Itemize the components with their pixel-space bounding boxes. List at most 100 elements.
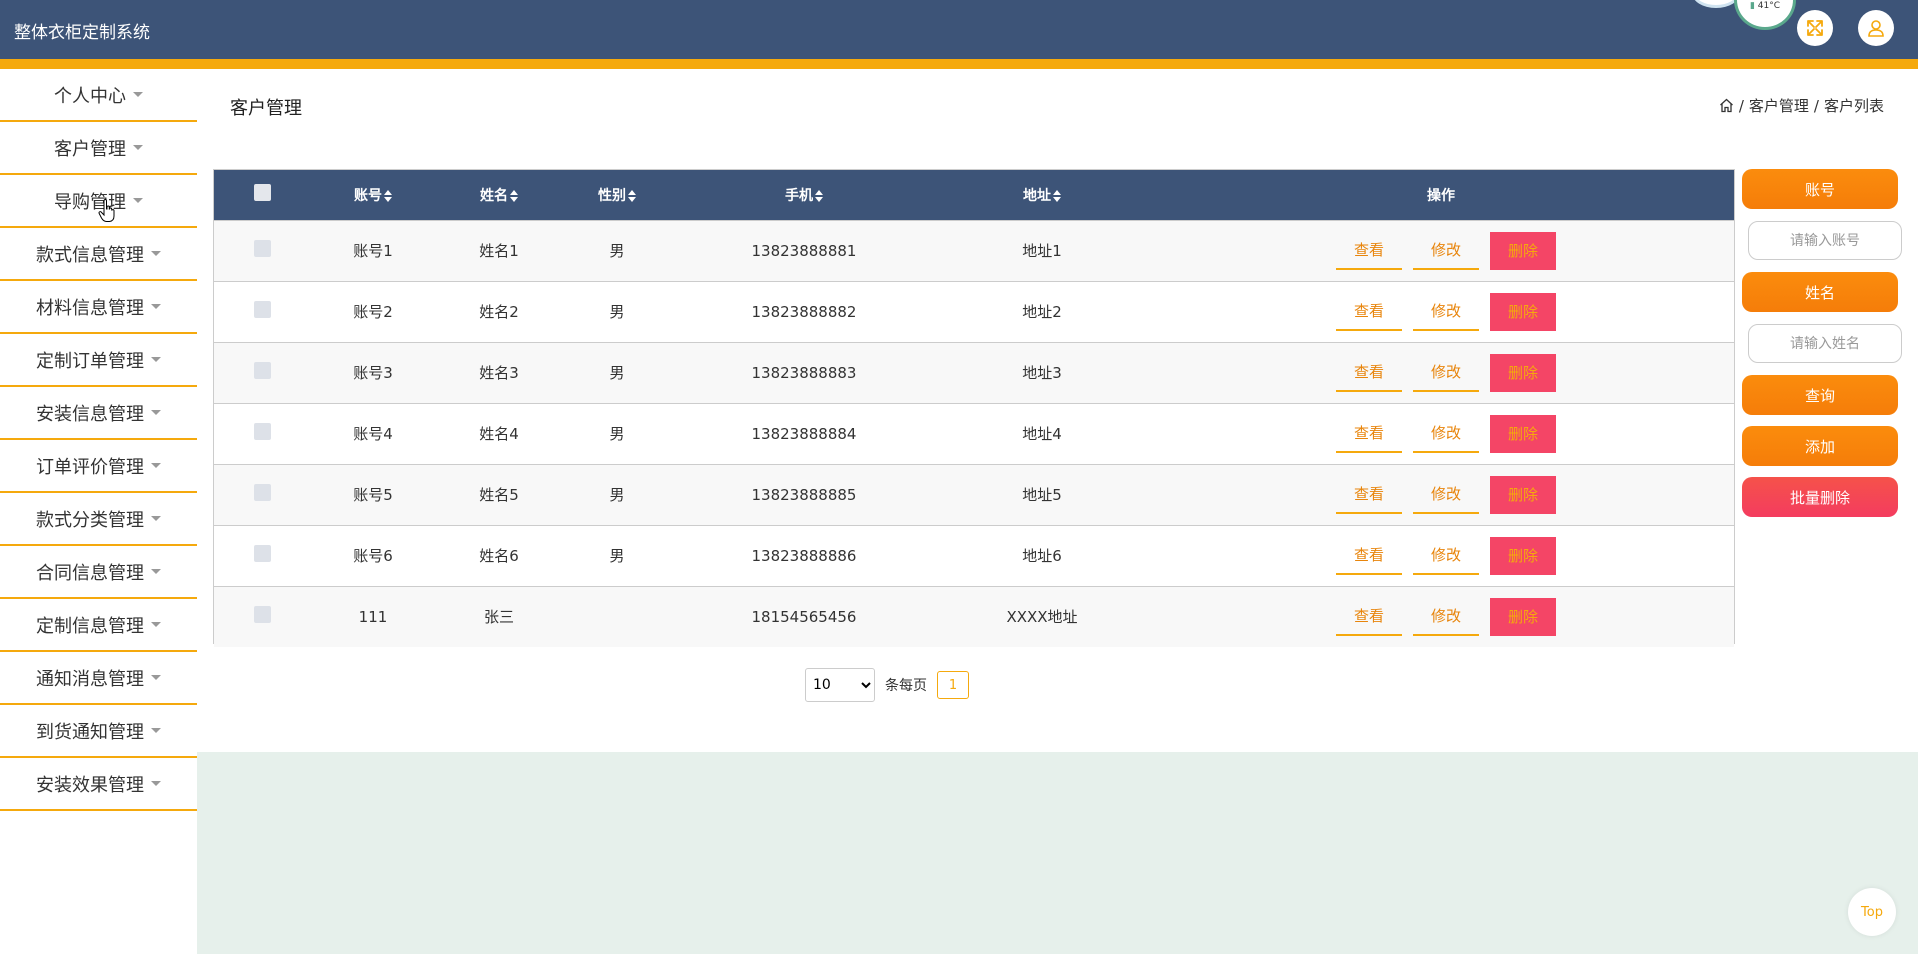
column-name-label: 姓名 <box>480 187 508 204</box>
view-button[interactable]: 查看 <box>1336 598 1402 636</box>
cell-name: 姓名4 <box>479 425 519 443</box>
sidebar-item-material-info-management[interactable]: 材料信息管理 <box>0 281 197 334</box>
column-account[interactable]: 账号 <box>310 170 436 220</box>
query-button[interactable]: 查询 <box>1742 375 1898 415</box>
delete-button[interactable]: 删除 <box>1490 536 1556 575</box>
cell-name: 姓名5 <box>479 486 519 504</box>
cell-account: 账号3 <box>353 364 393 382</box>
caret-down-icon <box>151 516 161 521</box>
edit-button[interactable]: 修改 <box>1413 232 1479 270</box>
breadcrumb-level2: 客户列表 <box>1823 97 1884 115</box>
sidebar-item-label: 到货通知管理 <box>36 721 144 743</box>
sidebar-item-personal-center[interactable]: 个人中心 <box>0 69 197 122</box>
view-button[interactable]: 查看 <box>1336 354 1402 392</box>
delete-button[interactable]: 删除 <box>1490 353 1556 392</box>
cell-account: 111 <box>358 607 388 626</box>
cell-gender: 男 <box>609 547 625 565</box>
header-accent-strip <box>0 59 1918 69</box>
cell-phone: 13823888881 <box>751 241 857 260</box>
name-search-input[interactable] <box>1748 324 1902 363</box>
sidebar-item-style-info-management[interactable]: 款式信息管理 <box>0 228 197 281</box>
sidebar-item-order-review-management[interactable]: 订单评价管理 <box>0 440 197 493</box>
row-checkbox[interactable] <box>253 301 271 318</box>
edit-button[interactable]: 修改 <box>1413 354 1479 392</box>
edit-button[interactable]: 修改 <box>1413 476 1479 514</box>
cell-name: 姓名2 <box>479 303 519 321</box>
row-actions: 查看 修改 删除 <box>1148 536 1734 575</box>
caret-down-icon <box>151 463 161 468</box>
row-checkbox[interactable] <box>253 240 271 257</box>
view-button[interactable]: 查看 <box>1336 476 1402 514</box>
edit-button[interactable]: 修改 <box>1413 293 1479 331</box>
fullscreen-button[interactable] <box>1797 10 1833 46</box>
sidebar-item-customer-management[interactable]: 客户管理 <box>0 122 197 175</box>
home-icon[interactable] <box>1719 98 1734 113</box>
caret-down-icon <box>151 251 161 256</box>
view-button[interactable]: 查看 <box>1336 415 1402 453</box>
column-phone[interactable]: 手机 <box>672 170 936 220</box>
cell-gender: 男 <box>609 303 625 321</box>
back-to-top-button[interactable]: Top <box>1848 888 1896 936</box>
sidebar-item-label: 材料信息管理 <box>36 297 144 319</box>
search-panel: 账号 姓名 查询 添加 批量删除 <box>1742 169 1902 528</box>
column-address-label: 地址 <box>1023 187 1051 204</box>
select-all-checkbox[interactable] <box>253 184 271 202</box>
view-button[interactable]: 查看 <box>1336 537 1402 575</box>
edit-button[interactable]: 修改 <box>1413 598 1479 636</box>
view-button[interactable]: 查看 <box>1336 232 1402 270</box>
sidebar-item-custom-info-management[interactable]: 定制信息管理 <box>0 599 197 652</box>
cell-account: 账号5 <box>353 486 393 504</box>
cell-gender: 男 <box>609 486 625 504</box>
row-checkbox[interactable] <box>253 484 271 501</box>
delete-button[interactable]: 删除 <box>1490 414 1556 453</box>
column-account-label: 账号 <box>354 187 382 204</box>
fullscreen-icon <box>1807 20 1823 36</box>
page-size-select[interactable]: 10 <box>805 668 875 702</box>
sidebar-item-label: 个人中心 <box>54 85 126 107</box>
page-title: 客户管理 <box>230 98 302 119</box>
sidebar-item-label: 定制信息管理 <box>36 615 144 637</box>
breadcrumb-level1[interactable]: 客户管理 <box>1749 95 1809 116</box>
cell-address: 地址3 <box>1022 364 1062 382</box>
delete-button[interactable]: 删除 <box>1490 475 1556 514</box>
row-checkbox[interactable] <box>253 545 271 562</box>
add-button[interactable]: 添加 <box>1742 426 1898 466</box>
caret-down-icon <box>133 92 143 97</box>
edit-button[interactable]: 修改 <box>1413 537 1479 575</box>
table-row: 账号2 姓名2 男 13823888882 地址2 查看 修改 删除 <box>214 281 1734 342</box>
delete-button[interactable]: 删除 <box>1490 231 1556 270</box>
cell-phone: 13823888884 <box>751 424 857 443</box>
cell-gender: 男 <box>609 425 625 443</box>
sidebar-item-arrival-notice-management[interactable]: 到货通知管理 <box>0 705 197 758</box>
row-checkbox[interactable] <box>253 423 271 440</box>
name-filter-label: 姓名 <box>1742 272 1898 312</box>
view-button[interactable]: 查看 <box>1336 293 1402 331</box>
sort-icon <box>1053 189 1061 202</box>
column-address[interactable]: 地址 <box>936 170 1148 220</box>
row-checkbox[interactable] <box>253 362 271 379</box>
column-phone-label: 手机 <box>785 187 813 204</box>
sidebar-item-label: 通知消息管理 <box>36 668 144 690</box>
row-checkbox[interactable] <box>253 606 271 624</box>
cell-address: 地址5 <box>1022 486 1062 504</box>
sidebar-item-custom-order-management[interactable]: 定制订单管理 <box>0 334 197 387</box>
cell-name: 姓名3 <box>479 364 519 382</box>
edit-button[interactable]: 修改 <box>1413 415 1479 453</box>
caret-down-icon <box>151 781 161 786</box>
account-search-input[interactable] <box>1748 221 1902 260</box>
delete-button[interactable]: 删除 <box>1490 292 1556 331</box>
cell-phone: 13823888882 <box>751 302 857 321</box>
page-number-button[interactable]: 1 <box>937 671 969 699</box>
top-header: 整体衣柜定制系统 <box>0 0 1918 59</box>
column-gender[interactable]: 性别 <box>562 170 672 220</box>
sidebar-item-install-effect-management[interactable]: 安装效果管理 <box>0 758 197 811</box>
sidebar-item-notification-management[interactable]: 通知消息管理 <box>0 652 197 705</box>
column-name[interactable]: 姓名 <box>436 170 562 220</box>
delete-button[interactable]: 删除 <box>1490 597 1556 636</box>
breadcrumb: / 客户管理 / 客户列表 <box>1719 95 1884 116</box>
sidebar-item-contract-info-management[interactable]: 合同信息管理 <box>0 546 197 599</box>
sidebar-item-install-info-management[interactable]: 安装信息管理 <box>0 387 197 440</box>
sidebar-item-style-category-management[interactable]: 款式分类管理 <box>0 493 197 546</box>
batch-delete-button[interactable]: 批量删除 <box>1742 477 1898 517</box>
user-profile-button[interactable] <box>1858 10 1894 46</box>
